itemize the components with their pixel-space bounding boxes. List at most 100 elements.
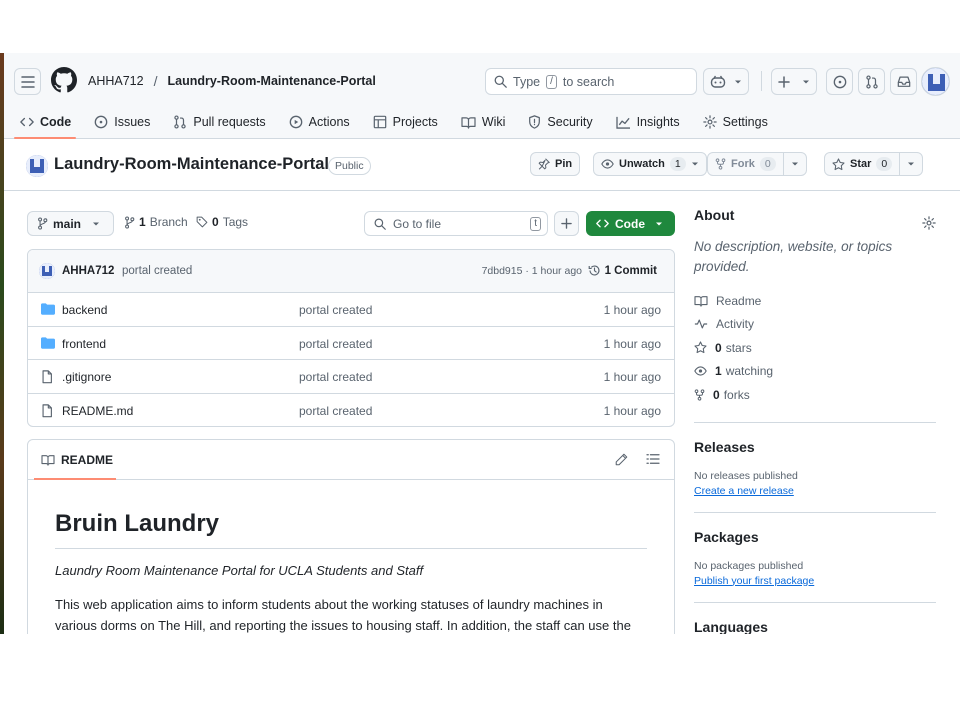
latest-commit-row: AHHA712 portal created 7dbd915 · 1 hour …	[28, 250, 674, 293]
file-name[interactable]: README.md	[62, 404, 133, 418]
watch-button[interactable]: Unwatch 1	[593, 152, 707, 176]
folder-icon	[41, 336, 55, 349]
forks-count: 0	[713, 387, 720, 402]
stars-count: 0	[715, 340, 722, 355]
tab-label: Code	[40, 115, 72, 129]
tags-link[interactable]: 0 Tags	[196, 215, 248, 229]
tab-security[interactable]: Security	[516, 105, 603, 139]
file-row-backend[interactable]: backend portal created 1 hour ago	[28, 293, 674, 327]
file-name[interactable]: frontend	[62, 337, 106, 351]
search-icon	[494, 75, 507, 88]
tab-wiki[interactable]: Wiki	[449, 105, 517, 139]
stars-link[interactable]: 0 stars	[694, 336, 936, 360]
folder-icon	[41, 303, 55, 315]
file-commit-message[interactable]: portal created	[299, 303, 372, 317]
add-file-button[interactable]	[554, 211, 579, 236]
file-commit-message[interactable]: portal created	[299, 370, 372, 384]
branch-icon	[125, 215, 135, 229]
fork-button[interactable]: Fork 0	[707, 152, 807, 176]
chevron-down-icon	[656, 222, 662, 225]
create-new-button[interactable]	[771, 68, 817, 95]
packages-section: Packages No packages published Publish y…	[694, 511, 936, 587]
copilot-button[interactable]	[703, 68, 749, 95]
file-name[interactable]: .gitignore	[62, 370, 111, 384]
tab-issues[interactable]: Issues	[82, 105, 161, 139]
fork-dropdown[interactable]	[782, 153, 806, 175]
commit-hash-time[interactable]: 7dbd915 · 1 hour ago	[482, 265, 582, 277]
plus-icon	[778, 75, 790, 88]
repo-owner-avatar[interactable]	[26, 155, 48, 177]
packages-heading[interactable]: Packages	[694, 529, 936, 545]
commit-author[interactable]: AHHA712	[62, 265, 114, 277]
file-commit-message[interactable]: portal created	[299, 404, 372, 418]
fork-icon	[715, 158, 726, 170]
commit-count-link[interactable]: 1 Commit	[588, 264, 657, 277]
github-logo-icon[interactable]	[51, 67, 77, 93]
pull-requests-shortcut-button[interactable]	[858, 68, 885, 95]
breadcrumb-repo[interactable]: Laundry-Room-Maintenance-Portal	[167, 74, 375, 88]
tab-pull-requests[interactable]: Pull requests	[161, 105, 276, 139]
branches-link[interactable]: 1 Branch	[124, 215, 188, 229]
file-row-gitignore[interactable]: .gitignore portal created 1 hour ago	[28, 360, 674, 394]
watching-link[interactable]: 1 watching	[694, 360, 936, 384]
releases-heading[interactable]: Releases	[694, 439, 936, 455]
readme-tab[interactable]: README	[41, 453, 113, 467]
star-label: Star	[850, 158, 872, 170]
repo-title[interactable]: Laundry-Room-Maintenance-Portal	[54, 155, 329, 174]
stars-label: stars	[725, 340, 752, 355]
tab-projects[interactable]: Projects	[361, 105, 449, 139]
code-button-label: Code	[615, 216, 645, 231]
user-avatar[interactable]	[921, 67, 950, 96]
tab-settings[interactable]: Settings	[691, 105, 779, 139]
pin-button[interactable]: Pin	[530, 152, 581, 176]
file-name[interactable]: backend	[62, 303, 107, 317]
file-commit-time: 1 hour ago	[603, 403, 661, 418]
avatar-pattern-icon	[39, 263, 55, 279]
outline-list-icon[interactable]	[646, 453, 660, 465]
commit-author-avatar[interactable]	[39, 263, 55, 279]
forks-label: forks	[723, 387, 750, 402]
breadcrumb: AHHA712 / Laundry-Room-Maintenance-Porta…	[88, 73, 376, 89]
star-button[interactable]: Star 0	[824, 152, 924, 176]
file-row-frontend[interactable]: frontend portal created 1 hour ago	[28, 327, 674, 360]
repo-sidebar: About No description, website, or topics…	[694, 207, 936, 634]
commit-message[interactable]: portal created	[122, 265, 192, 277]
tab-actions[interactable]: Actions	[277, 105, 361, 139]
readme-link[interactable]: Readme	[694, 289, 936, 313]
code-dropdown-button[interactable]: Code	[586, 211, 675, 236]
tab-insights[interactable]: Insights	[604, 105, 691, 139]
file-row-readme[interactable]: README.md portal created 1 hour ago	[28, 394, 674, 427]
go-to-file-input[interactable]: Go to file t	[364, 211, 548, 236]
inbox-button[interactable]	[890, 68, 917, 95]
header-divider	[761, 71, 762, 91]
chevron-down-icon	[691, 162, 698, 166]
tab-label: Insights	[636, 115, 680, 129]
issues-shortcut-button[interactable]	[826, 68, 853, 95]
book-icon	[41, 455, 55, 466]
tab-code[interactable]: Code	[8, 105, 82, 139]
star-dropdown[interactable]	[899, 153, 922, 175]
file-commit-message[interactable]: portal created	[299, 337, 372, 351]
breadcrumb-owner[interactable]: AHHA712	[88, 74, 144, 88]
browser-viewport: AHHA712 / Laundry-Room-Maintenance-Porta…	[0, 53, 960, 634]
publish-package-link[interactable]: Publish your first package	[694, 575, 936, 587]
pencil-icon[interactable]	[615, 453, 628, 466]
go-to-file-shortcut: t	[530, 216, 541, 231]
branch-selector[interactable]: main	[27, 211, 114, 236]
book-icon	[461, 116, 476, 129]
watch-label: Unwatch	[619, 158, 665, 170]
plus-icon	[561, 218, 572, 229]
shield-icon	[529, 115, 541, 129]
readme-link-label: Readme	[716, 293, 762, 308]
file-commit-time: 1 hour ago	[603, 370, 661, 384]
readme-paragraph: This web application aims to inform stud…	[55, 597, 631, 633]
activity-link[interactable]: Activity	[694, 313, 936, 337]
create-release-link[interactable]: Create a new release	[694, 485, 936, 497]
forks-link[interactable]: 0 forks	[694, 383, 936, 407]
branch-name: main	[53, 216, 82, 231]
readme-tab-label: README	[61, 453, 114, 467]
fork-label: Fork	[731, 158, 755, 170]
issue-icon	[833, 75, 846, 88]
hamburger-menu-button[interactable]	[14, 68, 41, 95]
global-search-input[interactable]: Type / to search	[485, 68, 697, 95]
